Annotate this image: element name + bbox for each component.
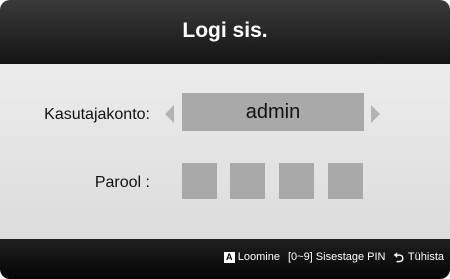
- pin-digit-3[interactable]: [279, 163, 314, 199]
- pin-digit-2[interactable]: [230, 163, 265, 199]
- username-selector[interactable]: admin: [182, 93, 364, 131]
- login-dialog: Logi sis. Kasutajakonto: admin Parool : …: [0, 0, 450, 279]
- username-value: admin: [245, 100, 301, 123]
- dialog-footer: A Loomine [0~9] Sisestage PIN ⮌ Tühista: [0, 239, 450, 279]
- dialog-title: Logi sis.: [182, 19, 268, 42]
- return-icon: ⮌: [393, 249, 404, 265]
- dialog-body: [0, 64, 450, 239]
- arrow-right-icon[interactable]: [371, 105, 380, 123]
- pin-entry-hint: [0~9] Sisestage PIN: [287, 251, 386, 263]
- pin-digit-1[interactable]: [182, 163, 217, 199]
- pin-digit-4[interactable]: [328, 163, 363, 199]
- password-label: Parool :: [94, 174, 150, 191]
- arrow-left-icon[interactable]: [165, 105, 174, 123]
- create-hint[interactable]: Loomine: [238, 251, 280, 263]
- dialog-header: Logi sis.: [0, 0, 450, 64]
- cancel-hint[interactable]: Tühista: [408, 251, 444, 263]
- a-key-icon: A: [223, 251, 235, 263]
- footer-hints: A Loomine [0~9] Sisestage PIN ⮌ Tühista: [223, 249, 444, 265]
- username-label: Kasutajakonto:: [44, 106, 150, 123]
